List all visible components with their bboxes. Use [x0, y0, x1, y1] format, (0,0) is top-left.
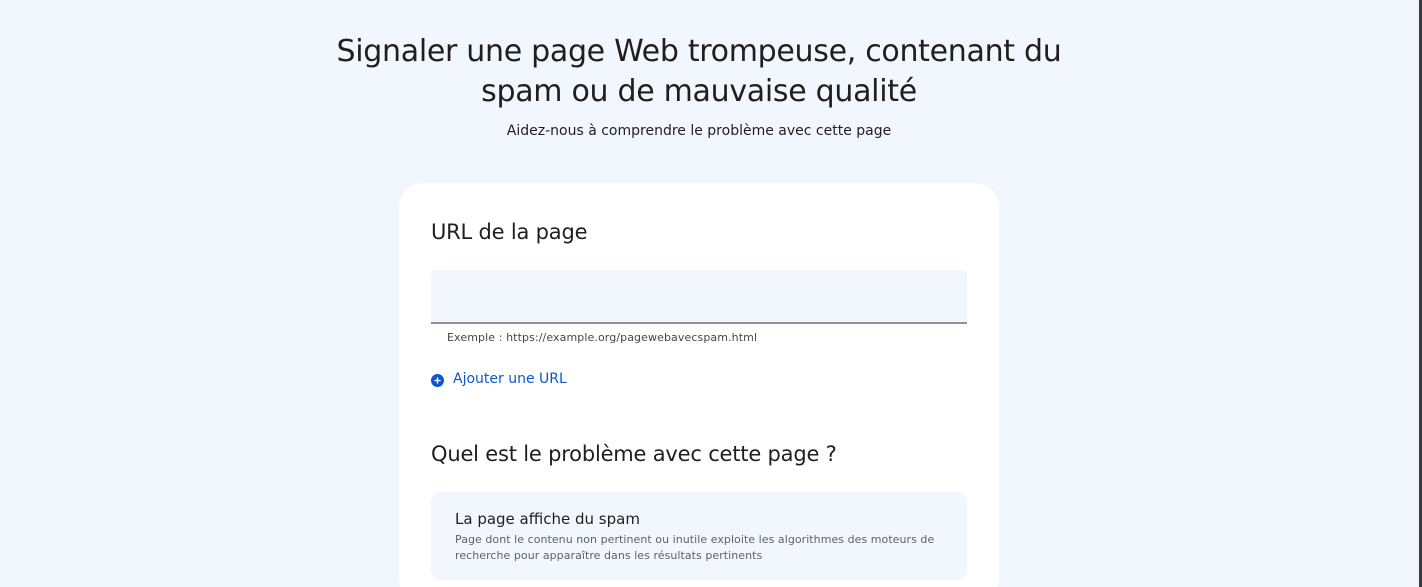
add-circle-icon — [431, 373, 444, 387]
add-url-button[interactable]: Ajouter une URL — [431, 369, 567, 389]
report-form-card: URL de la page Exemple : https://example… — [399, 183, 999, 587]
problem-section-heading: Quel est le problème avec cette page ? — [431, 442, 837, 466]
add-url-label: Ajouter une URL — [453, 371, 567, 387]
problem-option-spam[interactable]: La page affiche du spam Page dont le con… — [431, 492, 967, 580]
page-subtitle: Aidez-nous à comprendre le problème avec… — [506, 123, 892, 139]
page-title-line-1: Signaler une page Web trompeuse, contena… — [336, 34, 1062, 69]
page-title: Signaler une page Web trompeuse, contena… — [311, 32, 1087, 112]
page-url-input[interactable] — [431, 270, 967, 324]
problem-option-description: Page dont le contenu non pertinent ou in… — [455, 532, 943, 564]
problem-option-description-line-1: Page dont le contenu non pertinent ou in… — [455, 533, 935, 546]
problem-option-description-line-2: recherche pour apparaître dans les résul… — [455, 549, 763, 562]
page-title-line-2: spam ou de mauvaise qualité — [481, 74, 917, 109]
problem-option-title: La page affiche du spam — [455, 510, 640, 528]
url-helper-text: Exemple : https://example.org/pagewebave… — [447, 331, 758, 344]
url-section-heading: URL de la page — [431, 220, 588, 244]
report-page: Signaler une page Web trompeuse, contena… — [0, 0, 1422, 587]
